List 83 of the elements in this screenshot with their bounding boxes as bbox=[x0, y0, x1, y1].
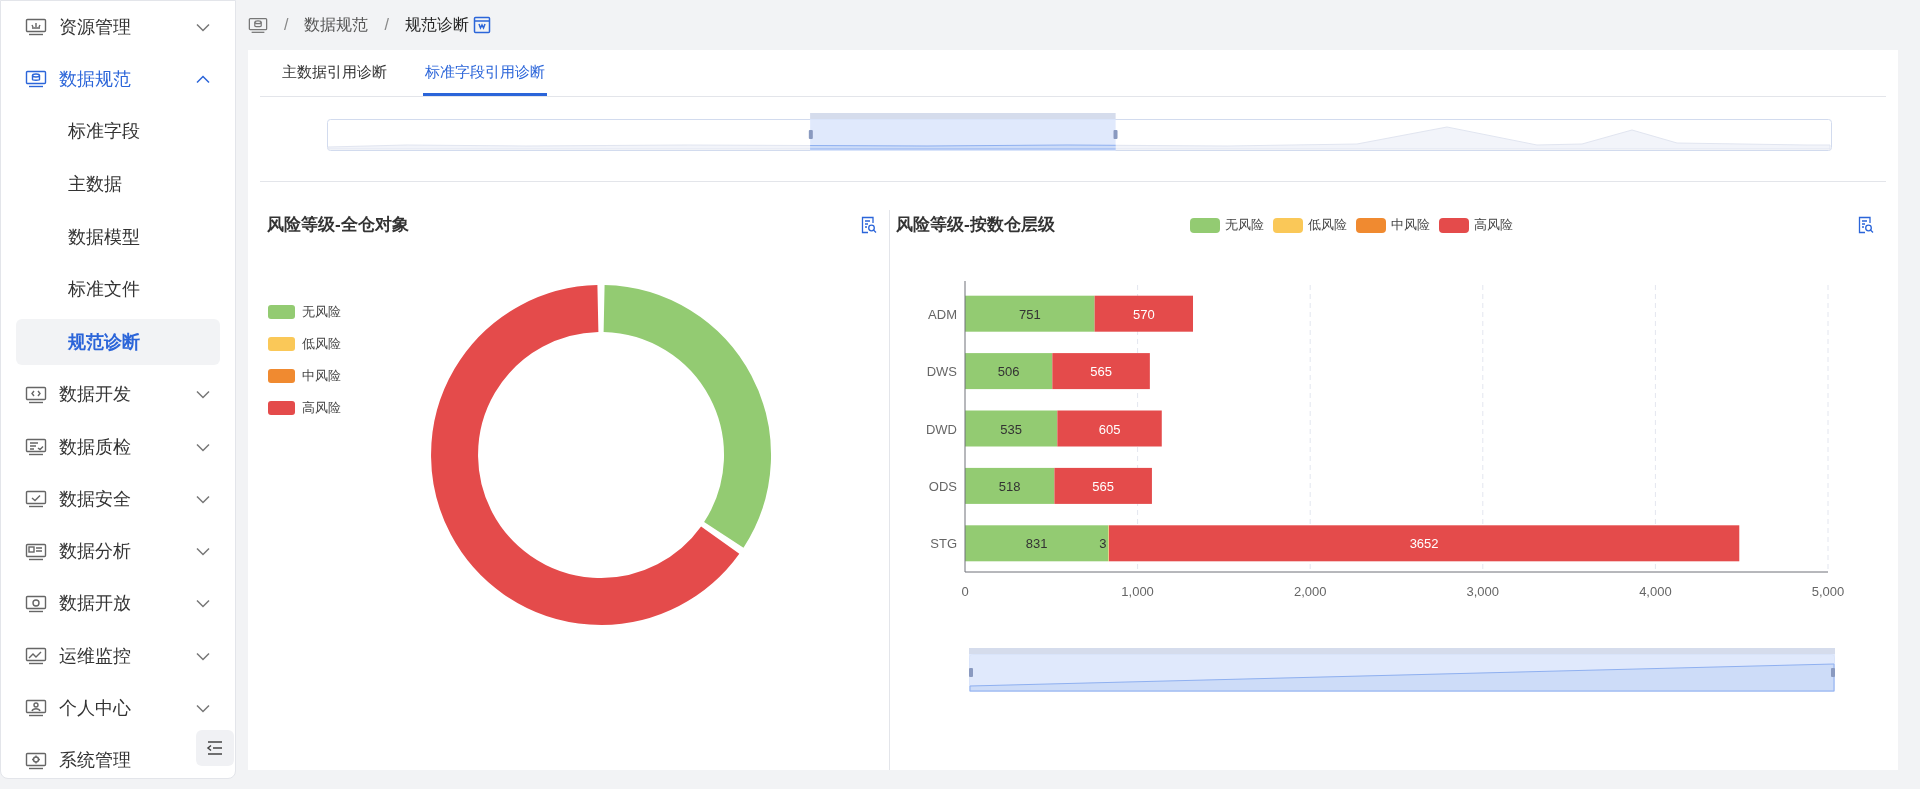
tab[interactable]: 标准字段引用诊断 bbox=[423, 52, 547, 96]
chevron-icon bbox=[196, 74, 210, 84]
chevron-icon bbox=[196, 704, 210, 713]
breadcrumb-separator: / bbox=[283, 15, 290, 35]
slider-handle[interactable] bbox=[1831, 668, 1835, 677]
monitor-icon bbox=[25, 594, 47, 613]
slider-handle[interactable] bbox=[808, 129, 813, 139]
breadcrumb-current: 规范诊断 bbox=[404, 15, 469, 35]
chevron-icon bbox=[196, 22, 210, 32]
sidebar-item[interactable]: 数据开发 bbox=[16, 368, 220, 421]
chevron-icon bbox=[196, 494, 210, 504]
axis-category-label: ODS bbox=[928, 478, 957, 494]
monitor-icon bbox=[25, 18, 47, 37]
axis-tick-label: 3,000 bbox=[1466, 584, 1500, 599]
chevron-icon bbox=[196, 390, 210, 400]
data-zoom-slider[interactable] bbox=[327, 112, 1832, 151]
sidebar-item[interactable]: 资源管理 bbox=[16, 1, 220, 54]
axis-tick-label: 0 bbox=[961, 584, 969, 599]
sidebar-item[interactable]: 数据质检 bbox=[16, 420, 220, 474]
bar-value-label: 605 bbox=[1098, 421, 1121, 437]
monitor-icon bbox=[25, 70, 47, 89]
axis-category-label: ADM bbox=[928, 306, 957, 322]
legend-label: 无风险 bbox=[1225, 216, 1264, 235]
bar-value-label: 506 bbox=[997, 364, 1020, 380]
legend-label: 中风险 bbox=[302, 367, 341, 385]
bar-value-label: 565 bbox=[1090, 364, 1112, 380]
sidebar-item[interactable]: 数据规范 bbox=[16, 53, 220, 106]
sidebar-subitem[interactable]: 主数据 bbox=[16, 161, 220, 208]
breadcrumb-link[interactable]: 数据规范 bbox=[304, 13, 369, 37]
legend-label: 无风险 bbox=[302, 303, 341, 321]
sidebar-item[interactable]: 数据开放 bbox=[16, 577, 220, 631]
sidebar-item[interactable]: 个人中心 bbox=[16, 682, 220, 735]
bar-value-label: 565 bbox=[1092, 478, 1114, 494]
monitor-icon bbox=[248, 16, 268, 34]
legend-label: 高风险 bbox=[302, 399, 341, 417]
bar-value-label: 570 bbox=[1132, 306, 1155, 322]
axis-category-label: DWD bbox=[925, 421, 957, 437]
preview-icon[interactable] bbox=[861, 216, 877, 234]
breadcrumb-separator: / bbox=[383, 15, 390, 35]
legend-label: 低风险 bbox=[1308, 216, 1347, 235]
monitor-icon bbox=[25, 490, 47, 509]
monitor-icon bbox=[25, 438, 47, 456]
slider-handle[interactable] bbox=[1113, 129, 1118, 139]
axis-category-label: DWS bbox=[926, 364, 957, 380]
collapse-button[interactable] bbox=[196, 730, 234, 766]
sidebar-item[interactable]: 系统管理 bbox=[16, 734, 186, 787]
axis-tick-label: 5,000 bbox=[1811, 584, 1845, 599]
sidebar-item[interactable]: 运维监控 bbox=[16, 630, 220, 683]
slider-handle[interactable] bbox=[969, 668, 973, 677]
sidebar-item[interactable]: 数据安全 bbox=[16, 473, 220, 526]
chevron-icon bbox=[196, 442, 210, 452]
legend-label: 中风险 bbox=[1391, 216, 1430, 235]
panel-title: 风险等级-按数仓层级 bbox=[896, 214, 1056, 237]
axis-category-label: STG bbox=[930, 536, 957, 552]
bar-value-label: 3 bbox=[1099, 536, 1107, 552]
data-zoom-slider[interactable] bbox=[969, 648, 1835, 692]
monitor-icon bbox=[25, 542, 47, 561]
monitor-icon bbox=[25, 385, 47, 404]
bar-value-label: 535 bbox=[1000, 421, 1022, 437]
preview-icon[interactable] bbox=[1858, 216, 1874, 234]
legend-label: 高风险 bbox=[1474, 216, 1513, 235]
chevron-icon bbox=[196, 547, 210, 557]
bar-value-label: 831 bbox=[1025, 536, 1048, 552]
chevron-icon bbox=[196, 651, 210, 661]
sidebar-item[interactable]: 数据分析 bbox=[16, 525, 220, 578]
chevron-icon bbox=[196, 599, 210, 609]
bar-value-label: 751 bbox=[1018, 306, 1041, 322]
monitor-icon bbox=[25, 647, 47, 666]
axis-tick-label: 2,000 bbox=[1293, 584, 1327, 599]
sidebar-subitem[interactable]: 标准字段 bbox=[16, 108, 220, 155]
sidebar-subitem[interactable]: 标准文件 bbox=[16, 266, 220, 313]
bar-value-label: 518 bbox=[998, 478, 1021, 494]
panel-title: 风险等级-全仓对象 bbox=[267, 214, 409, 237]
monitor-icon bbox=[25, 751, 47, 770]
legend-label: 低风险 bbox=[302, 335, 341, 353]
axis-tick-label: 1,000 bbox=[1121, 584, 1154, 599]
bar-value-label: 3652 bbox=[1409, 536, 1439, 552]
tab[interactable]: 主数据引用诊断 bbox=[280, 52, 389, 96]
axis-tick-label: 4,000 bbox=[1639, 584, 1672, 599]
sidebar-subitem[interactable]: 规范诊断 bbox=[16, 319, 220, 366]
sidebar-subitem[interactable]: 数据模型 bbox=[16, 214, 220, 261]
menu-collapse-icon bbox=[206, 741, 224, 755]
monitor-icon bbox=[25, 699, 47, 718]
